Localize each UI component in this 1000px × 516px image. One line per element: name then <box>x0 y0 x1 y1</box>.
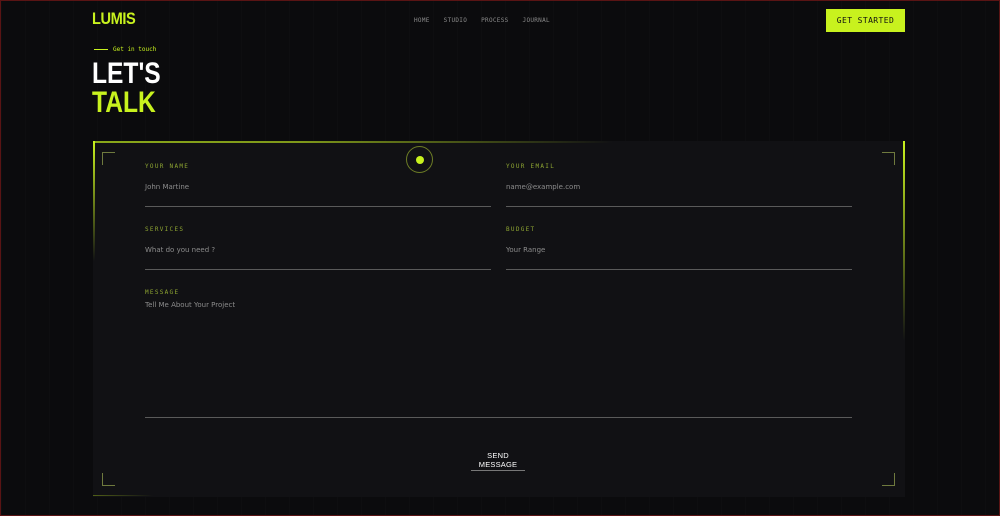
services-underline <box>145 269 491 270</box>
name-underline <box>145 206 491 207</box>
email-underline <box>506 206 852 207</box>
corner-bracket-bottom-left <box>102 473 115 486</box>
title-line-2: TALK <box>92 86 156 119</box>
panel-glow-right <box>903 141 905 341</box>
email-field[interactable]: YOUR EMAIL name@example.com <box>506 163 852 207</box>
eyebrow: Get in touch <box>94 46 156 53</box>
panel-glow-bottom <box>93 495 153 496</box>
panel-glow-top <box>93 141 613 143</box>
send-underline <box>471 470 525 471</box>
email-label: YOUR EMAIL <box>506 163 556 170</box>
nav-item-journal[interactable]: JOURNAL <box>523 17 550 24</box>
eyebrow-text: Get in touch <box>113 46 157 53</box>
send-message-button[interactable]: SEND MESSAGE <box>471 451 525 471</box>
eyebrow-line <box>94 49 108 50</box>
nav-item-studio[interactable]: STUDIO <box>444 17 467 24</box>
nav-item-process[interactable]: PROCESS <box>481 17 508 24</box>
message-underline <box>145 417 852 418</box>
site-header: LUMIS HOME STUDIO PROCESS JOURNAL GET ST… <box>1 1 1000 41</box>
services-field[interactable]: SERVICES What do you need ? <box>145 226 491 270</box>
budget-field[interactable]: BUDGET Your Range <box>506 226 852 270</box>
services-input[interactable]: What do you need ? <box>145 246 215 254</box>
email-input[interactable]: name@example.com <box>506 183 580 191</box>
name-field[interactable]: YOUR NAME John Martine <box>145 163 491 207</box>
send-message-label: SEND MESSAGE <box>478 451 518 469</box>
logo[interactable]: LUMIS <box>92 9 136 29</box>
panel-glow-left <box>93 141 95 261</box>
corner-bracket-top-left <box>102 152 115 165</box>
contact-form-panel: YOUR NAME John Martine YOUR EMAIL name@e… <box>93 141 905 497</box>
corner-bracket-top-right <box>882 152 895 165</box>
nav-item-home[interactable]: HOME <box>414 17 430 24</box>
message-field[interactable]: MESSAGE Tell Me About Your Project <box>145 289 852 418</box>
budget-underline <box>506 269 852 270</box>
page-title: LET'S TALK <box>92 57 161 119</box>
name-input[interactable]: John Martine <box>145 183 189 191</box>
title-line-1: LET'S <box>92 57 161 90</box>
main-nav: HOME STUDIO PROCESS JOURNAL <box>414 17 550 24</box>
services-label: SERVICES <box>145 226 185 233</box>
budget-input[interactable]: Your Range <box>506 246 545 254</box>
message-textarea[interactable]: Tell Me About Your Project <box>145 301 235 309</box>
message-label: MESSAGE <box>145 289 180 296</box>
budget-label: BUDGET <box>506 226 536 233</box>
name-label: YOUR NAME <box>145 163 190 170</box>
corner-bracket-bottom-right <box>882 473 895 486</box>
get-started-button[interactable]: GET STARTED <box>826 9 905 32</box>
